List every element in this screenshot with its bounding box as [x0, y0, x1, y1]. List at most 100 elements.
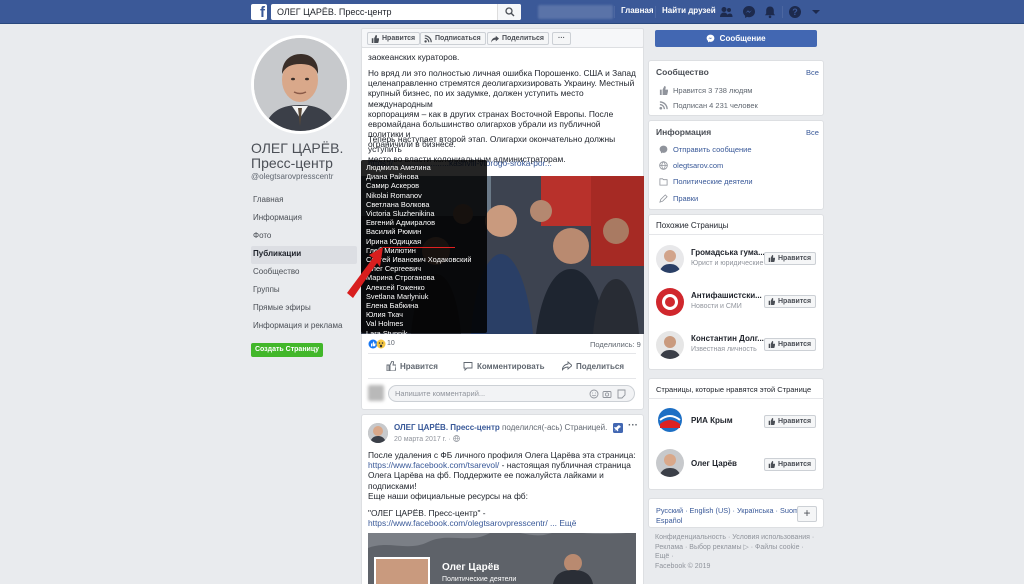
- similar-page-category: Юрист и юридические ...: [691, 260, 772, 267]
- language-list: Русский · English (US) · Українська · Su…: [656, 506, 801, 525]
- similar-page-avatar[interactable]: [656, 245, 684, 273]
- footer-line[interactable]: Ещё ·: [655, 552, 820, 562]
- follow-button[interactable]: Подписаться: [420, 32, 486, 45]
- post-share-button[interactable]: Поделиться: [562, 361, 624, 371]
- page-title: ОЛЕГ ЦАРЁВ. Пресс-центр: [251, 140, 344, 171]
- nav-item-posts[interactable]: Публикации: [251, 246, 357, 264]
- top-bar: f ОЛЕГ ЦАРЁВ. Пресс-центр Главная Найти …: [0, 0, 1024, 24]
- nav-item-groups[interactable]: Группы: [251, 282, 357, 300]
- language-line[interactable]: Русский · English (US) · Українська · Su…: [656, 506, 801, 516]
- rss-icon: [424, 35, 432, 43]
- share-count[interactable]: Поделились: 9: [590, 340, 641, 349]
- send-message-button[interactable]: Сообщение: [655, 30, 817, 47]
- info-see-all[interactable]: Все: [806, 128, 819, 137]
- reactor-name: Victoria Sluzhenikina: [366, 209, 435, 219]
- page-handle[interactable]: @olegtsarovpresscentr: [251, 172, 333, 181]
- nav-item-ads-info[interactable]: Информация и реклама: [251, 318, 357, 336]
- liked-like-button[interactable]: Нравится: [764, 458, 817, 471]
- home-link[interactable]: Главная: [621, 6, 654, 15]
- folder-icon: [659, 178, 668, 186]
- messenger-icon[interactable]: [742, 5, 756, 19]
- similar-like-button[interactable]: Нравится: [764, 295, 817, 308]
- avatar-image: [656, 449, 684, 477]
- shared-page-preview[interactable]: Олег Царёв Политические деятели: [368, 533, 636, 584]
- similar-page-name[interactable]: Громадська гума...: [691, 248, 765, 257]
- more-options-button[interactable]: ···: [552, 32, 571, 45]
- post-timestamp[interactable]: 20 марта 2017 г. ·: [394, 435, 460, 443]
- post-line: Олега Царёва на фб. Поддержите ее пожалу…: [368, 470, 604, 481]
- footer-line[interactable]: Конфиденциальность · Условия использован…: [655, 533, 820, 543]
- similar-like-button[interactable]: Нравится: [764, 252, 817, 265]
- friend-requests-icon[interactable]: [719, 5, 733, 19]
- camera-icon: [602, 391, 612, 398]
- similar-page-avatar[interactable]: [656, 288, 684, 316]
- liked-page-avatar[interactable]: [656, 449, 684, 477]
- category-text: Политические деятели: [673, 177, 753, 186]
- comment-tools[interactable]: [589, 389, 629, 399]
- globe-icon: [659, 161, 668, 170]
- similar-page-name[interactable]: Антифашистски...: [691, 291, 762, 300]
- avatar-image: [656, 406, 684, 434]
- nav-item-community[interactable]: Сообщество: [251, 264, 357, 282]
- add-language-button[interactable]: +: [797, 506, 817, 522]
- post-link[interactable]: https://www.facebook.com/olegtsarovpress…: [368, 518, 548, 528]
- author-link[interactable]: ОЛЕГ ЦАРЁВ. Пресс-центр: [394, 423, 500, 432]
- chevron-down-icon[interactable]: [809, 5, 823, 19]
- notifications-icon[interactable]: [763, 5, 777, 19]
- info-rules[interactable]: Правки: [659, 194, 698, 203]
- messenger-icon: [659, 145, 668, 154]
- info-category[interactable]: Политические деятели: [659, 177, 753, 186]
- community-see-all[interactable]: Все: [806, 68, 819, 77]
- footer-copyright: Facebook © 2019: [655, 562, 711, 570]
- search-button[interactable]: [497, 4, 521, 20]
- similar-like-button[interactable]: Нравится: [764, 338, 817, 351]
- profile-link[interactable]: [538, 5, 613, 19]
- search-input[interactable]: ОЛЕГ ЦАРЁВ. Пресс-центр: [271, 4, 521, 20]
- info-send-message[interactable]: Отправить сообщение: [659, 145, 752, 154]
- reactor-name: Елена Бабкина: [366, 301, 419, 311]
- post-line: "ОЛЕГ ЦАРЁВ. Пресс-центр" -: [368, 508, 486, 518]
- left-navigation: Главная Информация Фото Публикации Сообщ…: [251, 192, 357, 336]
- liked-like-button[interactable]: Нравится: [764, 415, 817, 428]
- page-profile-picture[interactable]: [251, 35, 350, 134]
- reaction-icons[interactable]: [368, 339, 388, 349]
- share-icon: [562, 361, 572, 371]
- post-date: 20 марта 2017 г. ·: [394, 436, 451, 443]
- info-website[interactable]: olegtsarov.com: [659, 161, 723, 170]
- language-line[interactable]: Español: [656, 516, 801, 526]
- post-options-button[interactable]: ···: [628, 420, 638, 431]
- post-comment-button[interactable]: Комментировать: [463, 362, 545, 371]
- nav-item-live[interactable]: Прямые эфиры: [251, 300, 357, 318]
- avatar-image: [368, 423, 388, 443]
- liked-page-avatar[interactable]: [656, 406, 684, 434]
- similar-page-category: Известная личность: [691, 346, 757, 353]
- help-icon[interactable]: ?: [788, 5, 802, 19]
- post-paragraph: "ОЛЕГ ЦАРЁВ. Пресс-центр" - https://www.…: [368, 508, 636, 528]
- nav-item-info[interactable]: Информация: [251, 210, 357, 228]
- community-heading: Сообщество: [656, 67, 709, 77]
- share-page-button[interactable]: Поделиться: [487, 32, 550, 45]
- thumbs-up-icon: [371, 35, 379, 43]
- divider: [368, 353, 636, 354]
- nav-item-photos[interactable]: Фото: [251, 228, 357, 246]
- liked-page-name[interactable]: Олег Царёв: [691, 459, 737, 468]
- post-link[interactable]: https://www.facebook.com/tsarevol/: [368, 460, 499, 470]
- create-page-button[interactable]: Создать Страницу: [251, 343, 323, 357]
- footer-line[interactable]: Реклама · Выбор рекламы ▷ · Файлы cookie…: [655, 543, 820, 553]
- annotation-underline: [383, 247, 455, 248]
- post-like-button[interactable]: Нравится: [386, 361, 438, 371]
- post-line: целенаправленно стремятся деолигархизиро…: [368, 78, 635, 89]
- liked-page-name[interactable]: РИА Крым: [691, 416, 733, 425]
- facebook-logo[interactable]: f: [251, 4, 267, 20]
- shared-text: поделился(-ась) Страницей.: [499, 423, 608, 432]
- like-page-button[interactable]: Нравится: [367, 32, 421, 45]
- reaction-count[interactable]: 10: [387, 340, 395, 347]
- find-friends-link[interactable]: Найти друзей: [662, 6, 716, 15]
- similar-page-avatar[interactable]: [656, 331, 684, 359]
- nav-item-home[interactable]: Главная: [251, 192, 357, 210]
- see-more-link[interactable]: ... Ещё: [550, 518, 576, 528]
- post-author: ОЛЕГ ЦАРЁВ. Пресс-центр поделился(-ась) …: [394, 423, 607, 432]
- similar-page-name[interactable]: Константин Долг...: [691, 334, 764, 343]
- pin-icon: [613, 423, 623, 433]
- author-avatar[interactable]: [368, 423, 388, 443]
